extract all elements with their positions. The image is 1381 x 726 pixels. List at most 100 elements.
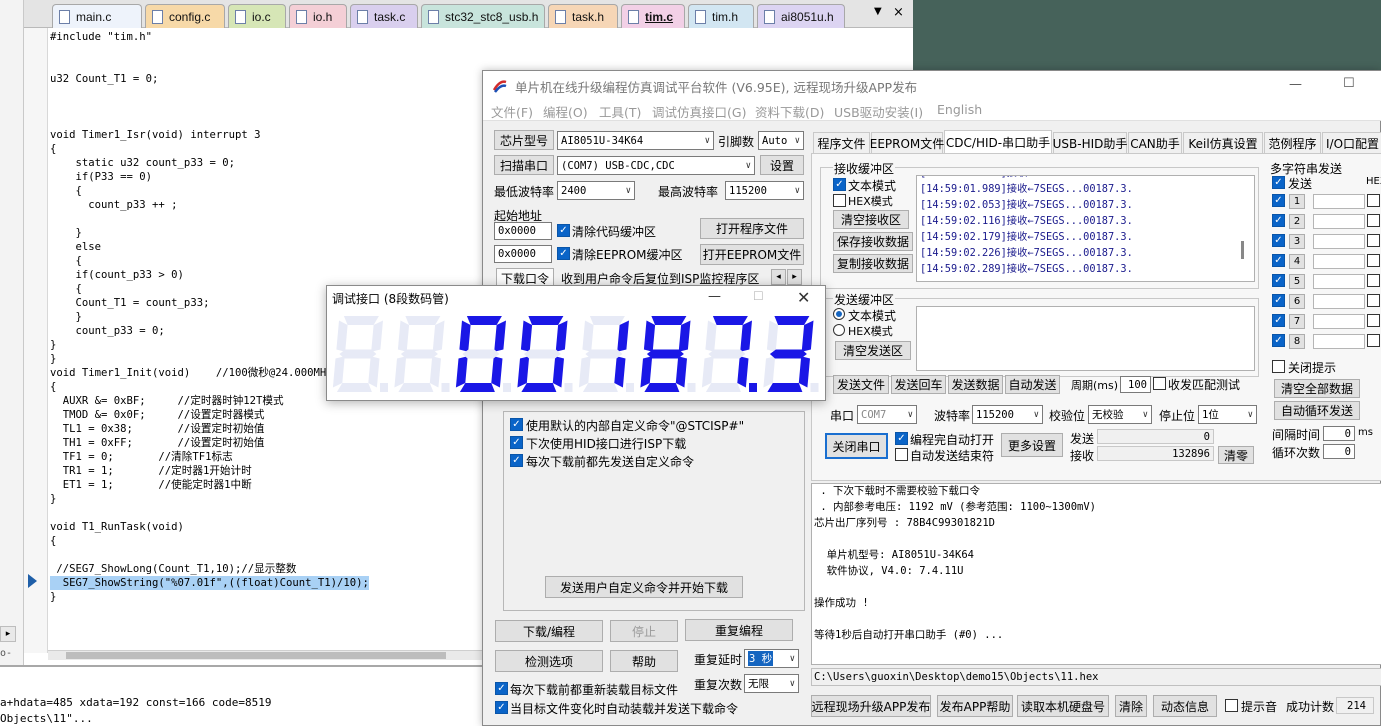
code-line[interactable]: if(P33 == 0) bbox=[50, 170, 153, 184]
code-line[interactable]: void Timer1_Init(void) //100微秒@24.000MHz bbox=[50, 366, 333, 380]
send-data-button[interactable]: 发送数据 bbox=[948, 375, 1003, 394]
chip-model-select[interactable]: AI8051U-34K64 ∨ bbox=[557, 131, 714, 150]
repeat-delay-select[interactable]: 3 秒 ∨ bbox=[744, 649, 799, 668]
save-receive-button[interactable]: 保存接收数据 bbox=[833, 232, 913, 251]
dynamic-info-button[interactable]: 动态信息 bbox=[1153, 695, 1217, 717]
menu-program[interactable]: 编程(O) bbox=[543, 102, 588, 121]
port-settings-button[interactable]: 设置 bbox=[760, 155, 804, 175]
remote-upgrade-publish-button[interactable]: 远程现场升级APP发布 bbox=[811, 695, 931, 717]
send-enter-button[interactable]: 发送回车 bbox=[891, 375, 946, 394]
use-default-command-checkbox[interactable]: ✓ bbox=[510, 418, 523, 431]
tab-list-chevron-down-icon[interactable]: ▼ bbox=[874, 6, 888, 22]
code-line[interactable]: } bbox=[50, 226, 82, 240]
multi-row-checkbox[interactable]: ✓ bbox=[1272, 234, 1285, 247]
reload-before-download-checkbox[interactable]: ✓ bbox=[495, 682, 508, 695]
multi-row-input[interactable] bbox=[1313, 254, 1365, 269]
eeprom-start-address-input[interactable]: 0x0000 bbox=[494, 245, 552, 263]
repeat-program-button[interactable]: 重复编程 bbox=[685, 619, 793, 641]
code-line[interactable]: } bbox=[50, 310, 82, 324]
auto-download-on-change-checkbox[interactable]: ✓ bbox=[495, 701, 508, 714]
code-line[interactable]: count_p33 = 0; bbox=[50, 324, 165, 338]
code-line[interactable]: TF1 = 0; //清除TF1标志 bbox=[50, 450, 233, 464]
loop-count-input[interactable]: 0 bbox=[1323, 444, 1355, 459]
copy-receive-button[interactable]: 复制接收数据 bbox=[833, 254, 913, 273]
code-line[interactable]: void T1_RunTask(void) bbox=[50, 520, 184, 534]
multi-row-checkbox[interactable]: ✓ bbox=[1272, 334, 1285, 347]
multi-row-input[interactable] bbox=[1313, 334, 1365, 349]
parity-select[interactable]: 无校验 ∨ bbox=[1088, 405, 1152, 424]
menu-usb-driver[interactable]: USB驱动安装(I) bbox=[834, 102, 923, 121]
multi-row-send-button[interactable]: 8 bbox=[1289, 334, 1305, 349]
multi-row-hex-checkbox[interactable] bbox=[1367, 194, 1380, 207]
multi-row-hex-checkbox[interactable] bbox=[1367, 234, 1380, 247]
clear-code-buffer-checkbox[interactable]: ✓ bbox=[557, 224, 570, 237]
tab-tim-h[interactable]: tim.h bbox=[688, 4, 754, 28]
multi-row-input[interactable] bbox=[1313, 294, 1365, 309]
recv-hex-mode-checkbox[interactable] bbox=[833, 194, 846, 207]
code-line[interactable]: static u32 count_p33 = 0; bbox=[50, 156, 235, 170]
auto-send-terminator-checkbox[interactable] bbox=[895, 448, 908, 461]
code-line[interactable]: count_p33 ++ ; bbox=[50, 198, 177, 212]
period-input[interactable]: 100 bbox=[1120, 376, 1151, 393]
multi-row-send-button[interactable]: 7 bbox=[1289, 314, 1305, 329]
download-program-button[interactable]: 下载/编程 bbox=[495, 620, 603, 642]
tab-examples[interactable]: 范例程序 bbox=[1264, 132, 1321, 153]
multi-row-input[interactable] bbox=[1313, 314, 1365, 329]
help-button[interactable]: 帮助 bbox=[610, 650, 678, 672]
code-line[interactable]: { bbox=[50, 142, 56, 156]
interval-input[interactable]: 0 bbox=[1323, 426, 1355, 441]
code-line[interactable]: { bbox=[50, 534, 56, 548]
port-select[interactable]: (COM7) USB-CDC,CDC ∨ bbox=[557, 156, 755, 175]
multi-row-hex-checkbox[interactable] bbox=[1367, 314, 1380, 327]
clear-counters-button[interactable]: 清零 bbox=[1218, 446, 1254, 464]
editor-horizontal-scrollbar[interactable] bbox=[48, 650, 488, 660]
tab-usb-hid[interactable]: USB-HID助手 bbox=[1053, 132, 1127, 153]
send-command-before-download-checkbox[interactable]: ✓ bbox=[510, 454, 523, 467]
code-line[interactable]: { bbox=[50, 282, 82, 296]
tab-can[interactable]: CAN助手 bbox=[1128, 132, 1182, 153]
code-line[interactable]: } bbox=[50, 338, 56, 352]
chip-type-button[interactable]: 芯片型号 bbox=[494, 130, 554, 150]
multi-send-all-checkbox[interactable]: ✓ bbox=[1272, 176, 1285, 189]
multi-row-checkbox[interactable]: ✓ bbox=[1272, 274, 1285, 287]
code-line[interactable]: AUXR &= 0xBF; //定时器时钟12T模式 bbox=[50, 394, 284, 408]
match-test-checkbox[interactable] bbox=[1153, 377, 1166, 390]
scroll-right-button[interactable]: ▸ bbox=[0, 626, 16, 642]
multi-row-input[interactable] bbox=[1313, 234, 1365, 249]
code-line[interactable]: { bbox=[50, 254, 82, 268]
tab-task-c[interactable]: task.c bbox=[350, 4, 418, 28]
beep-checkbox[interactable] bbox=[1225, 699, 1238, 712]
clear-receive-button[interactable]: 清空接收区 bbox=[833, 210, 909, 229]
clear-send-button[interactable]: 清空发送区 bbox=[835, 341, 911, 360]
seg7-close-button[interactable]: ✕ bbox=[797, 288, 810, 307]
code-start-address-input[interactable]: 0x0000 bbox=[494, 222, 552, 240]
multi-row-send-button[interactable]: 5 bbox=[1289, 274, 1305, 289]
code-line[interactable]: ET1 = 1; //使能定时器1中断 bbox=[50, 478, 252, 492]
serial-port-select[interactable]: COM7 ∨ bbox=[857, 405, 917, 424]
tab-scroll-left-icon[interactable]: ◂ bbox=[771, 269, 786, 285]
clear-log-button[interactable]: 清除 bbox=[1115, 695, 1147, 717]
pin-count-select[interactable]: Auto ∨ bbox=[758, 131, 804, 150]
tab-keil-settings[interactable]: Keil仿真设置 bbox=[1183, 132, 1263, 153]
stop-button[interactable]: 停止 bbox=[610, 620, 678, 642]
auto-send-button[interactable]: 自动发送 bbox=[1005, 375, 1060, 394]
multi-row-hex-checkbox[interactable] bbox=[1367, 214, 1380, 227]
multi-row-send-button[interactable]: 1 bbox=[1289, 194, 1305, 209]
scrollbar-thumb[interactable] bbox=[66, 652, 446, 659]
code-line[interactable]: } bbox=[50, 352, 56, 366]
code-line[interactable]: if(count_p33 > 0) bbox=[50, 268, 184, 282]
multi-row-hex-checkbox[interactable] bbox=[1367, 334, 1380, 347]
tab-stc32-stc8-usb-h[interactable]: stc32_stc8_usb.h bbox=[421, 4, 545, 28]
repeat-count-select[interactable]: 无限 ∨ bbox=[744, 674, 799, 693]
receive-scrollbar-thumb[interactable] bbox=[1241, 241, 1244, 259]
code-line[interactable]: } bbox=[50, 590, 56, 604]
min-baud-select[interactable]: 2400 ∨ bbox=[557, 181, 635, 200]
multi-row-hex-checkbox[interactable] bbox=[1367, 274, 1380, 287]
auto-open-after-program-checkbox[interactable]: ✓ bbox=[895, 432, 908, 445]
send-text-mode-radio[interactable] bbox=[833, 308, 845, 320]
code-line[interactable]: //SEG7_ShowLong(Count_T1,10);//显示整数 bbox=[50, 562, 296, 576]
stop-bits-select[interactable]: 1位 ∨ bbox=[1198, 405, 1257, 424]
multi-row-input[interactable] bbox=[1313, 194, 1365, 209]
tab-scroll-right-icon[interactable]: ▸ bbox=[787, 269, 802, 285]
tab-config-c[interactable]: config.c bbox=[145, 4, 225, 28]
